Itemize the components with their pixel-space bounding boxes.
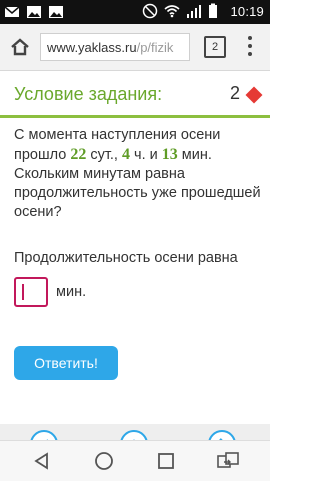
overflow-menu-icon[interactable]	[246, 36, 254, 58]
home-icon[interactable]	[8, 35, 32, 59]
text-caret	[22, 284, 24, 300]
chevron-right-icon[interactable]	[208, 430, 236, 440]
chevron-up-icon[interactable]	[120, 430, 148, 440]
browser-toolbar: www.yaklass.ru/p/fizik 2	[0, 24, 270, 71]
question-part: мин.	[177, 147, 212, 163]
image-icon	[26, 4, 42, 20]
minutes-value: 13	[161, 146, 178, 163]
clock: 10:19	[230, 3, 264, 19]
question-part: ч. и	[130, 147, 162, 163]
mute-icon	[142, 3, 158, 19]
signal-icon	[186, 3, 202, 19]
url-field[interactable]: www.yaklass.ru/p/fizik	[40, 33, 190, 61]
question-part: сут.,	[86, 147, 122, 163]
answer-input[interactable]	[14, 277, 48, 307]
tabs-button[interactable]: 2	[204, 36, 226, 58]
task-header: Условие задания: 2	[0, 70, 270, 118]
unit-label: мин.	[56, 284, 87, 300]
battery-icon	[208, 3, 224, 19]
answer-row: мин.	[14, 277, 86, 307]
task-navigation	[0, 424, 270, 440]
url-host: www.yaklass.ru	[47, 40, 137, 55]
home-nav-icon[interactable]	[94, 451, 114, 471]
hours-value: 4	[122, 146, 130, 163]
dual-window-icon[interactable]	[216, 451, 240, 471]
wifi-icon	[164, 3, 180, 19]
recent-apps-icon[interactable]	[156, 451, 176, 471]
status-bar: 10:19	[0, 0, 270, 24]
answer-label: Продолжительность осени равна	[14, 250, 238, 266]
question-text: С момента наступления осени прошло 22 су…	[14, 126, 262, 222]
points-badge: 2	[229, 83, 263, 104]
edit-icon[interactable]	[30, 430, 58, 440]
points-value: 2	[229, 83, 240, 103]
url-path: /p/fizik	[136, 40, 174, 55]
mail-icon	[4, 4, 20, 20]
diamond-icon	[245, 86, 263, 103]
back-icon[interactable]	[32, 451, 52, 471]
task-title: Условие задания:	[14, 84, 163, 104]
submit-button[interactable]: Ответить!	[14, 346, 118, 380]
image-icon	[48, 4, 64, 20]
system-nav-bar	[0, 440, 270, 481]
question-part: Скольким минутам равна продолжительность…	[14, 166, 261, 220]
days-value: 22	[70, 146, 87, 163]
